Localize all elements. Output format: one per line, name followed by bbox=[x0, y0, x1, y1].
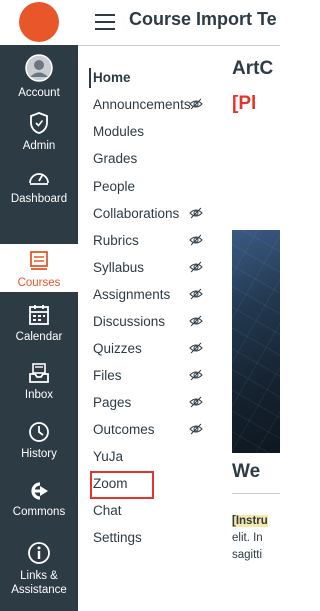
global-nav-label: Links & bbox=[20, 570, 58, 582]
global-nav-label: Inbox bbox=[24, 389, 54, 401]
global-nav-label-line2: Assistance bbox=[11, 584, 67, 596]
global-nav-label: Commons bbox=[12, 506, 66, 518]
page-title: ArtC bbox=[232, 58, 274, 79]
course-nav-announcements[interactable]: Announcements bbox=[93, 97, 203, 112]
main-content: ArtC [Pl We [Instru elit. In sagitti bbox=[216, 45, 280, 611]
zoom-highlight-box bbox=[90, 471, 154, 499]
courses-book-icon bbox=[30, 251, 48, 270]
course-nav-label: Discussions bbox=[93, 314, 166, 329]
eye-slash-icon bbox=[189, 342, 203, 354]
hamburger-menu-icon[interactable] bbox=[95, 14, 115, 30]
course-nav-label: Home bbox=[93, 70, 131, 85]
course-nav-label: Quizzes bbox=[93, 341, 142, 356]
global-navigation: Account Admin Dashboard Courses Calendar… bbox=[0, 0, 78, 611]
course-nav-label: Pages bbox=[93, 395, 132, 410]
course-nav-outcomes[interactable]: Outcomes bbox=[93, 422, 203, 437]
global-nav-history[interactable]: History bbox=[0, 421, 78, 461]
body-line: elit. In bbox=[232, 532, 263, 544]
course-nav-label: Assignments bbox=[93, 287, 171, 302]
eye-slash-icon bbox=[189, 98, 203, 110]
global-nav-label: Calendar bbox=[15, 331, 63, 343]
institution-logo[interactable] bbox=[19, 2, 59, 42]
dashboard-gauge-icon bbox=[29, 173, 49, 185]
course-nav-assignments[interactable]: Assignments bbox=[93, 287, 203, 302]
course-nav-quizzes[interactable]: Quizzes bbox=[93, 341, 203, 356]
course-nav-people[interactable]: People bbox=[93, 179, 203, 194]
course-nav-label: Announcements bbox=[93, 97, 191, 112]
global-nav-label: Account bbox=[18, 87, 60, 99]
banner-image bbox=[232, 230, 280, 453]
global-nav-commons[interactable]: Commons bbox=[0, 481, 78, 519]
course-nav-label: Rubrics bbox=[93, 233, 139, 248]
divider bbox=[232, 493, 280, 494]
course-nav-pages[interactable]: Pages bbox=[93, 395, 203, 410]
global-nav-links-assistance[interactable]: Links & Assistance bbox=[0, 541, 78, 597]
course-nav-label: Modules bbox=[93, 124, 145, 139]
info-icon bbox=[28, 542, 50, 564]
admin-shield-icon bbox=[30, 112, 48, 134]
eye-slash-icon bbox=[189, 234, 203, 246]
account-avatar-icon bbox=[25, 54, 53, 82]
global-nav-dashboard[interactable]: Dashboard bbox=[0, 166, 78, 206]
course-nav-settings[interactable]: Settings bbox=[93, 530, 203, 545]
course-nav-home[interactable]: Home bbox=[93, 70, 203, 85]
commons-arrow-icon bbox=[31, 482, 48, 500]
course-nav-label: Syllabus bbox=[93, 260, 145, 275]
global-nav-label: Dashboard bbox=[10, 193, 68, 205]
global-nav-courses[interactable]: Courses bbox=[0, 244, 78, 292]
course-title-breadcrumb[interactable]: Course Import Te bbox=[129, 9, 277, 30]
course-nav-rubrics[interactable]: Rubrics bbox=[93, 233, 203, 248]
inbox-icon bbox=[29, 363, 49, 383]
course-nav-collaborations[interactable]: Collaborations bbox=[93, 206, 203, 221]
course-nav-label: Outcomes bbox=[93, 422, 155, 437]
history-clock-icon bbox=[29, 422, 49, 442]
active-item-indicator bbox=[89, 68, 91, 88]
global-nav-calendar[interactable]: Calendar bbox=[0, 304, 78, 344]
global-nav-admin[interactable]: Admin bbox=[0, 111, 78, 153]
eye-slash-icon bbox=[189, 369, 203, 381]
top-bar: Course Import Te bbox=[78, 0, 280, 46]
global-nav-label: History bbox=[21, 448, 57, 460]
course-nav-chat[interactable]: Chat bbox=[93, 503, 203, 518]
course-nav-modules[interactable]: Modules bbox=[93, 124, 203, 139]
eye-slash-icon bbox=[189, 396, 203, 408]
course-nav-grades[interactable]: Grades bbox=[93, 151, 203, 166]
body-line: sagitti bbox=[232, 549, 263, 561]
course-nav-label: Settings bbox=[93, 530, 142, 545]
course-nav-yuja[interactable]: YuJa bbox=[93, 449, 203, 464]
instructor-note-label: [Instru bbox=[232, 515, 268, 527]
course-nav-label: Files bbox=[93, 368, 122, 383]
course-nav-label: Chat bbox=[93, 503, 122, 518]
eye-slash-icon bbox=[189, 261, 203, 273]
placeholder-heading: [Pl bbox=[232, 93, 257, 114]
logo-area bbox=[0, 0, 78, 45]
course-nav-syllabus[interactable]: Syllabus bbox=[93, 260, 203, 275]
course-nav-label: People bbox=[93, 179, 136, 194]
course-nav-discussions[interactable]: Discussions bbox=[93, 314, 203, 329]
eye-slash-icon bbox=[189, 207, 203, 219]
global-nav-inbox[interactable]: Inbox bbox=[0, 362, 78, 402]
eye-slash-icon bbox=[189, 315, 203, 327]
eye-slash-icon bbox=[189, 423, 203, 435]
global-nav-label: Admin bbox=[22, 140, 56, 152]
global-nav-label: Courses bbox=[17, 277, 61, 289]
course-nav-files[interactable]: Files bbox=[93, 368, 203, 383]
course-nav-label: YuJa bbox=[93, 449, 124, 464]
course-nav-label: Grades bbox=[93, 151, 138, 166]
calendar-icon bbox=[29, 305, 49, 325]
body-paragraph: [Instru elit. In sagitti bbox=[232, 513, 280, 564]
course-nav-label: Collaborations bbox=[93, 206, 180, 221]
global-nav-account[interactable]: Account bbox=[0, 54, 78, 100]
eye-slash-icon bbox=[189, 288, 203, 300]
welcome-heading: We bbox=[232, 461, 261, 482]
